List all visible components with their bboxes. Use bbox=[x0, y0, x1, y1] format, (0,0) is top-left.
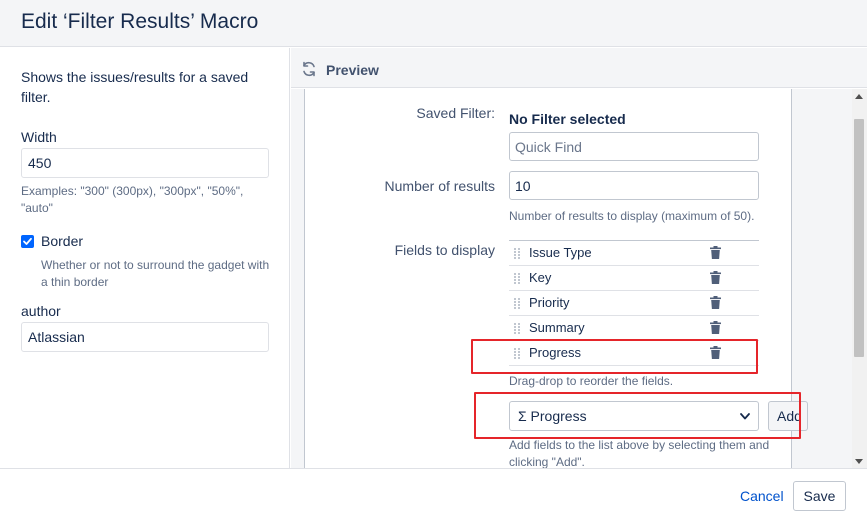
list-item[interactable]: Priority bbox=[509, 291, 759, 316]
border-hint: Whether or not to surround the gadget wi… bbox=[41, 258, 270, 289]
field-name: Summary bbox=[529, 320, 585, 335]
trash-icon[interactable] bbox=[710, 271, 721, 284]
author-input[interactable]: Atlassian bbox=[21, 322, 269, 352]
number-of-results-input[interactable]: 10 bbox=[509, 171, 759, 200]
reorder-hint: Drag-drop to reorder the fields. bbox=[509, 374, 674, 388]
list-item[interactable]: Key bbox=[509, 266, 759, 291]
quick-find-placeholder: Quick Find bbox=[515, 139, 582, 155]
highlight-box-progress-row bbox=[471, 339, 758, 374]
preview-label[interactable]: Preview bbox=[326, 62, 379, 78]
list-item[interactable]: Issue Type bbox=[509, 241, 759, 266]
scrollbar-thumb[interactable] bbox=[854, 119, 864, 357]
scroll-up-icon[interactable] bbox=[855, 94, 863, 99]
drag-handle-icon[interactable] bbox=[514, 273, 522, 285]
save-button[interactable]: Save bbox=[793, 481, 846, 511]
author-label: author bbox=[21, 303, 61, 319]
width-label: Width bbox=[21, 129, 57, 145]
number-of-results-hint: Number of results to display (maximum of… bbox=[509, 209, 755, 223]
drag-handle-icon[interactable] bbox=[514, 298, 522, 310]
field-name: Priority bbox=[529, 295, 570, 310]
border-checkbox[interactable] bbox=[21, 235, 34, 248]
dialog-footer: Cancel Save bbox=[0, 468, 867, 527]
checkmark-icon bbox=[23, 237, 32, 245]
add-fields-hint: Add fields to the list above by selectin… bbox=[509, 438, 770, 468]
scroll-down-icon[interactable] bbox=[855, 459, 863, 464]
width-hint: Examples: "300" (300px), "300px", "50%",… bbox=[21, 184, 244, 215]
edit-macro-dialog: Edit ‘Filter Results’ Macro Shows the is… bbox=[0, 0, 867, 527]
list-item[interactable]: Summary bbox=[509, 316, 759, 341]
macro-parameters-panel: Shows the issues/results for a saved fil… bbox=[0, 48, 290, 468]
width-input[interactable]: 450 bbox=[21, 148, 269, 178]
saved-filter-label: Saved Filter: bbox=[416, 105, 495, 121]
dialog-header: Edit ‘Filter Results’ Macro bbox=[0, 0, 867, 47]
saved-filter-value: No Filter selected bbox=[509, 111, 626, 127]
drag-handle-icon[interactable] bbox=[514, 248, 522, 260]
highlight-box-field-select bbox=[474, 392, 801, 439]
preview-header: Preview bbox=[291, 48, 867, 88]
quick-find-input[interactable]: Quick Find bbox=[509, 132, 759, 161]
cancel-button[interactable]: Cancel bbox=[740, 488, 784, 504]
border-label[interactable]: Border bbox=[41, 233, 83, 249]
fields-to-display-label: Fields to display bbox=[394, 242, 495, 258]
dialog-title: Edit ‘Filter Results’ Macro bbox=[21, 10, 259, 33]
macro-description: Shows the issues/results for a saved fil… bbox=[21, 69, 249, 105]
drag-handle-icon[interactable] bbox=[514, 323, 522, 335]
field-name: Issue Type bbox=[529, 245, 592, 260]
refresh-icon[interactable] bbox=[300, 60, 318, 83]
trash-icon[interactable] bbox=[710, 296, 721, 309]
field-name: Key bbox=[529, 270, 552, 285]
trash-icon[interactable] bbox=[710, 246, 721, 259]
number-of-results-label: Number of results bbox=[384, 178, 495, 194]
trash-icon[interactable] bbox=[710, 321, 721, 334]
scrollbar[interactable] bbox=[852, 89, 867, 468]
